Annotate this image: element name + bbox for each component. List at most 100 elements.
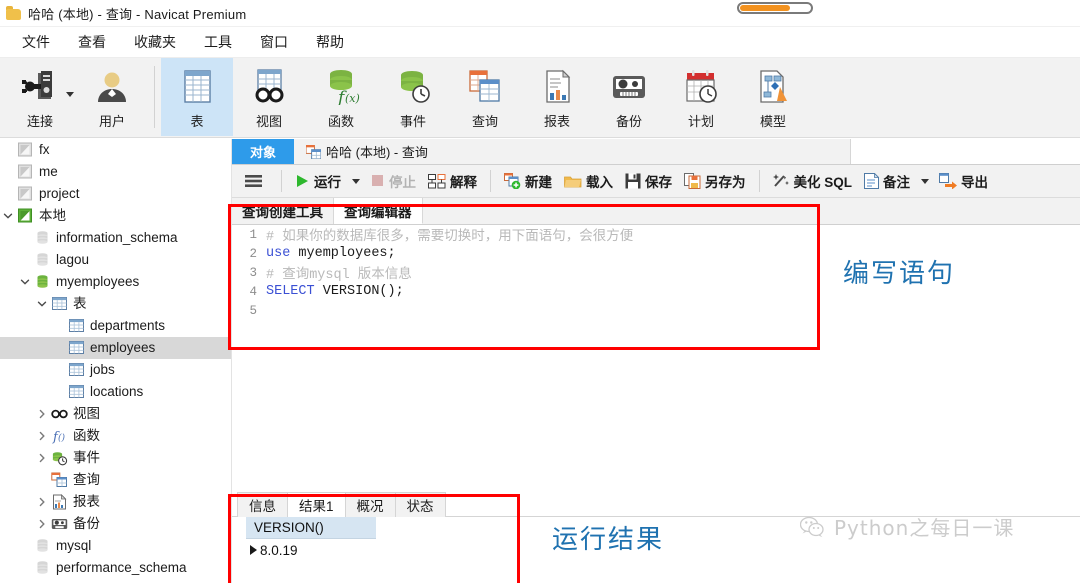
- chevron-down-icon[interactable]: [352, 178, 360, 184]
- chevron-right-icon[interactable]: [34, 519, 50, 529]
- event-icon: [393, 65, 433, 109]
- tree-item-jobs[interactable]: jobs: [0, 359, 231, 381]
- menu-view[interactable]: 查看: [64, 29, 120, 55]
- result-tab-0[interactable]: 信息: [237, 492, 288, 517]
- load-button[interactable]: 载入: [558, 168, 619, 194]
- result-tab-2[interactable]: 概况: [344, 492, 396, 517]
- tree-item-lagou[interactable]: lagou: [0, 249, 231, 271]
- toolbar-separator: [490, 170, 491, 192]
- table-row[interactable]: 8.0.19: [246, 539, 376, 561]
- tree-item[interactable]: [0, 579, 231, 583]
- hamburger-menu-button[interactable]: [238, 168, 274, 194]
- pane-tab-strip: 对象 哈哈 (本地) - 查询: [232, 139, 1080, 165]
- explain-icon: [428, 173, 446, 189]
- menu-help[interactable]: 帮助: [302, 29, 358, 55]
- current-row-marker-icon: [246, 545, 260, 555]
- model-icon: [753, 65, 793, 109]
- tree-item-fx[interactable]: fx: [0, 139, 231, 161]
- save-button[interactable]: 保存: [619, 168, 678, 194]
- tree-item--[interactable]: 备份: [0, 513, 231, 535]
- code-token: VERSION();: [322, 284, 404, 299]
- toolbar-event-button[interactable]: 事件: [377, 58, 449, 136]
- tree-item-locations[interactable]: locations: [0, 381, 231, 403]
- chevron-right-icon[interactable]: [34, 409, 50, 419]
- main-toolbar: 连接 用户 表 视图 f (x) 函数 事件 查询 报表 备份 计划 模型: [0, 58, 1080, 138]
- editor-line-code: # 如果你的数据库很多，需要切换时，用下面语句，会很方便: [266, 225, 633, 245]
- toolbar-function-button[interactable]: f (x) 函数: [305, 58, 377, 136]
- stop-button: 停止: [364, 168, 422, 194]
- tree-item-information_schema[interactable]: information_schema: [0, 227, 231, 249]
- toolbar-report-button[interactable]: 报表: [521, 58, 593, 136]
- chevron-down-icon[interactable]: [17, 277, 33, 287]
- result-tab-list[interactable]: 信息 结果1 概况 状态: [237, 492, 446, 517]
- annotation-run-result: 运行结果: [552, 525, 665, 555]
- tab-query-builder[interactable]: 查询创建工具: [232, 198, 334, 224]
- toolbar-view-button[interactable]: 视图: [233, 58, 305, 136]
- comment-label: 备注: [883, 175, 911, 190]
- chevron-down-icon[interactable]: [921, 178, 930, 184]
- toolbar-schedule-button[interactable]: 计划: [665, 58, 737, 136]
- toolbar-user-button[interactable]: 用户: [76, 58, 148, 136]
- chevron-right-icon[interactable]: [34, 431, 50, 441]
- beautify-button[interactable]: 美化 SQL: [767, 168, 859, 194]
- tree-item--[interactable]: f() 函数: [0, 425, 231, 447]
- tree-item--[interactable]: 事件: [0, 447, 231, 469]
- tree-item--[interactable]: 表: [0, 293, 231, 315]
- chevron-down-icon[interactable]: [34, 299, 50, 309]
- editor-line[interactable]: 1 # 如果你的数据库很多，需要切换时，用下面语句，会很方便: [232, 225, 1080, 246]
- result-grid[interactable]: VERSION() 8.0.19: [246, 517, 376, 561]
- tree-item-me[interactable]: me: [0, 161, 231, 183]
- tree-item-performance_schema[interactable]: performance_schema: [0, 557, 231, 579]
- tree-item-label: 备份: [73, 516, 100, 532]
- tree-item--[interactable]: 视图: [0, 403, 231, 425]
- menu-favorites[interactable]: 收藏夹: [120, 29, 190, 55]
- tree-item-label: information_schema: [56, 230, 178, 246]
- new-button[interactable]: 新建: [498, 168, 558, 194]
- tree-item-label: lagou: [56, 252, 90, 268]
- toolbar-model-button[interactable]: 模型: [737, 58, 809, 136]
- watermark: Python之每日一课: [800, 512, 1014, 541]
- tree-item-label: 函数: [73, 428, 100, 444]
- tree-item-mysql[interactable]: mysql: [0, 535, 231, 557]
- explain-button[interactable]: 解释: [422, 168, 483, 194]
- tree-item-label: 表: [73, 296, 87, 312]
- database-tree-sidebar[interactable]: fx me project 本地 information_schemalagou myem…: [0, 139, 232, 583]
- toolbar-connection-button[interactable]: 连接: [4, 58, 76, 136]
- chevron-down-icon[interactable]: [66, 92, 74, 97]
- code-token: # 如果你的数据库很多，需要切换时，用下面语句，会很方便: [266, 230, 634, 245]
- tree-item--[interactable]: 查询: [0, 469, 231, 491]
- chevron-right-icon[interactable]: [34, 497, 50, 507]
- tree-item--[interactable]: 本地: [0, 205, 231, 227]
- result-tab-1[interactable]: 结果1: [287, 492, 346, 517]
- tree-item-myemployees[interactable]: myemployees: [0, 271, 231, 293]
- tab-query-editor[interactable]: 查询编辑器: [334, 198, 423, 224]
- chevron-down-icon[interactable]: [0, 211, 16, 221]
- result-column-header[interactable]: VERSION(): [246, 517, 376, 539]
- comment-button[interactable]: 备注: [858, 168, 916, 194]
- menu-tools[interactable]: 工具: [190, 29, 246, 55]
- result-tab-3[interactable]: 状态: [394, 492, 446, 517]
- menu-window[interactable]: 窗口: [246, 29, 302, 55]
- tree-item-project[interactable]: project: [0, 183, 231, 205]
- code-token: SELECT: [266, 284, 323, 299]
- tree-item-employees[interactable]: employees: [0, 337, 231, 359]
- tree-item-label: jobs: [90, 362, 115, 378]
- tab-query[interactable]: 哈哈 (本地) - 查询: [294, 139, 440, 164]
- run-button[interactable]: 运行: [289, 168, 347, 194]
- toolbar-query-button[interactable]: 查询: [449, 58, 521, 136]
- toolbar-backup-button[interactable]: 备份: [593, 58, 665, 136]
- tree-item-departments[interactable]: departments: [0, 315, 231, 337]
- toolbar-separator: [154, 66, 155, 128]
- editor-line[interactable]: 5: [232, 301, 1080, 320]
- menu-file[interactable]: 文件: [8, 29, 64, 55]
- tab-objects[interactable]: 对象: [232, 139, 295, 164]
- tree-item--[interactable]: 报表: [0, 491, 231, 513]
- save-as-button[interactable]: 另存为: [678, 168, 752, 194]
- database-green-icon: [33, 274, 52, 290]
- tree-item-label: departments: [90, 318, 166, 334]
- tree-item-label: 事件: [73, 450, 100, 466]
- chevron-right-icon[interactable]: [34, 453, 50, 463]
- export-button[interactable]: 导出: [933, 168, 994, 194]
- app-icon: [6, 5, 21, 21]
- toolbar-table-button[interactable]: 表: [161, 58, 233, 136]
